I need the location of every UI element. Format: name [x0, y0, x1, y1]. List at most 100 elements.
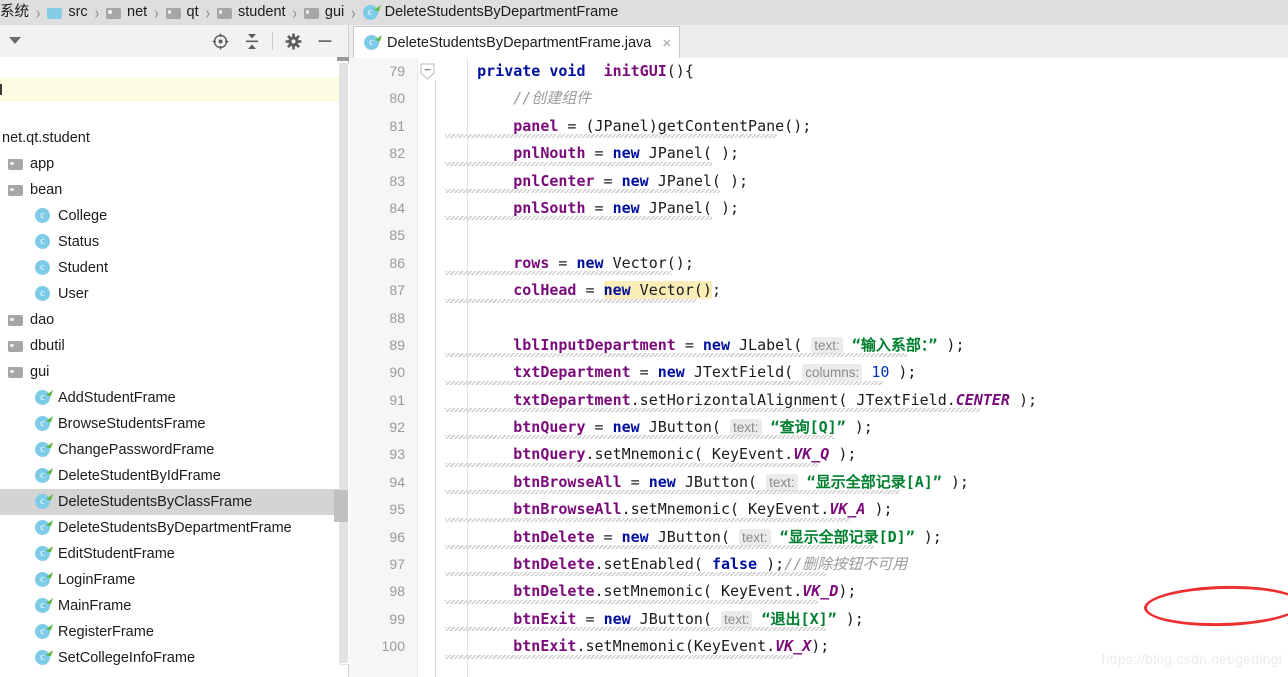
code-line[interactable]: 85 [349, 222, 1288, 249]
breadcrumb-item-1[interactable]: src [46, 0, 88, 25]
code-line[interactable]: 90 txtDepartment = new JTextField( colum… [349, 359, 1288, 386]
tree-item-net-qt-student[interactable]: net.qt.student [0, 125, 348, 151]
code-line[interactable]: 87 colHead = new Vector(); [349, 277, 1288, 304]
inspection-squiggle [445, 654, 794, 659]
sidebar-scrollbar-thumb[interactable] [339, 63, 348, 663]
code-line[interactable]: 80 //创建组件 [349, 85, 1288, 112]
tree-item-bean[interactable]: bean [0, 177, 348, 203]
code-line[interactable]: 89 lblInputDepartment = new JLabel( text… [349, 332, 1288, 359]
tree-item-deletestudentsbydepartmentframe[interactable]: c DeleteStudentsByDepartmentFrame [0, 515, 348, 541]
java-class-icon: c [35, 440, 53, 458]
breadcrumb-item-6[interactable]: c DeleteStudentsByDepartmentFrame [362, 0, 620, 25]
tree-item-label: dbutil [30, 338, 65, 354]
project-tree: net.qt.student app bean c College c Status c Stu… [0, 57, 349, 677]
project-view-dropdown[interactable] [5, 28, 25, 54]
tree-item-label: bean [30, 182, 63, 198]
tree-item-dbutil[interactable]: dbutil [0, 333, 348, 359]
tab-deletestudentsbydepartmentframe[interactable]: c DeleteStudentsByDepartmentFrame.java × [353, 26, 681, 59]
code-line[interactable]: 93 btnQuery.setMnemonic( KeyEvent.VK_Q )… [349, 441, 1288, 468]
code-line[interactable]: 91 txtDepartment.setHorizontalAlignment(… [349, 387, 1288, 414]
inspection-squiggle [445, 216, 713, 221]
tree-item-status[interactable]: c Status [0, 229, 348, 255]
tree-item-editstudentframe[interactable]: c EditStudentFrame [0, 541, 348, 567]
tree-item-college[interactable]: c College [0, 203, 348, 229]
code-line[interactable]: 84 pnlSouth = new JPanel( ); [349, 195, 1288, 222]
code-line[interactable]: 82 pnlNouth = new JPanel( ); [349, 140, 1288, 167]
inspection-squiggle [445, 380, 883, 385]
locate-icon[interactable] [207, 28, 233, 54]
code-line[interactable]: 81 panel = (JPanel)getContentPane(); [349, 113, 1288, 140]
java-class-icon: c [35, 466, 53, 484]
breadcrumb-separator: › [36, 2, 41, 23]
tree-item-dao[interactable]: dao [0, 307, 348, 333]
close-icon[interactable]: × [662, 35, 671, 52]
tree-item-label: RegisterFrame [58, 624, 154, 640]
code-line[interactable]: 95 btnBrowseAll.setMnemonic( KeyEvent.VK… [349, 496, 1288, 523]
code-line[interactable]: 86 rows = new Vector(); [349, 250, 1288, 277]
line-number: 99 [389, 610, 405, 627]
inspection-squiggle [445, 517, 850, 522]
code-line[interactable]: 98 btnDelete.setMnemonic( KeyEvent.VK_D)… [349, 578, 1288, 605]
tree-item-addstudentframe[interactable]: c AddStudentFrame [0, 385, 348, 411]
tree-item-mainframe[interactable]: c MainFrame [0, 593, 348, 619]
breadcrumb-item-2[interactable]: net [105, 0, 148, 25]
breadcrumb-item-0[interactable]: 系统 [0, 0, 30, 25]
breadcrumb-item-4[interactable]: student [216, 0, 287, 25]
tree-item-browsestudentsframe[interactable]: c BrowseStudentsFrame [0, 411, 348, 437]
tree-item-app[interactable]: app [0, 151, 348, 177]
tree-item-changepasswordframe[interactable]: c ChangePasswordFrame [0, 437, 348, 463]
code-line[interactable]: 92 btnQuery = new JButton( text: “查询[Q]”… [349, 414, 1288, 441]
folder-icon [8, 340, 23, 352]
tree-item-label: MainFrame [58, 598, 132, 614]
tree-item-deletestudentsbyclassframe[interactable]: c DeleteStudentsByClassFrame [0, 489, 348, 515]
breadcrumb: 系统 › src › net › qt › student › gui › c [0, 0, 1288, 26]
java-class-icon: c [35, 544, 53, 562]
folder-icon [165, 7, 181, 19]
tree-item-setcollegeinfoframe[interactable]: c SetCollegeInfoFrame [0, 645, 348, 671]
inspection-squiggle [445, 462, 818, 467]
java-class-icon: c [35, 492, 53, 510]
breadcrumb-label: src [68, 4, 88, 20]
inspection-squiggle [445, 545, 875, 550]
folder-icon [8, 184, 23, 196]
breadcrumb-item-3[interactable]: qt [165, 0, 200, 25]
hide-icon[interactable] [312, 28, 338, 54]
collapse-all-icon[interactable] [239, 28, 265, 54]
tree-item-label: Student [58, 260, 108, 276]
gear-icon[interactable] [280, 28, 306, 54]
breadcrumb-label: qt [186, 4, 199, 20]
inspection-squiggle [445, 490, 899, 495]
code-line[interactable]: 97 btnDelete.setEnabled( false );//删除按钮不… [349, 551, 1288, 578]
folder-src-icon [47, 7, 63, 19]
breadcrumb-item-5[interactable]: gui [303, 0, 345, 25]
code-line[interactable]: 88 [349, 305, 1288, 332]
breadcrumb-label: DeleteStudentsByDepartmentFrame [384, 4, 619, 20]
line-number: 98 [389, 583, 405, 600]
tree-item-label: app [30, 156, 55, 172]
code-text: private void initGUI(){ [477, 62, 694, 80]
code-line[interactable]: 94 btnBrowseAll = new JButton( text: “显示… [349, 469, 1288, 496]
line-number: 84 [389, 199, 405, 216]
line-number: 79 [389, 63, 405, 79]
folder-icon [8, 314, 23, 326]
code-line[interactable]: 99 btnExit = new JButton( text: “退出[X]” … [349, 606, 1288, 633]
tree-marker [0, 84, 2, 95]
tree-item-loginframe[interactable]: c LoginFrame [0, 567, 348, 593]
java-class-icon: c [35, 570, 53, 588]
sidebar-scrollbar-marker [334, 490, 348, 522]
tree-item-gui[interactable]: gui [0, 359, 348, 385]
tree-item-user[interactable]: c User [0, 281, 348, 307]
code-editor[interactable]: 79 private void initGUI(){80 //创建组件 81 pa… [349, 58, 1288, 677]
tree-item-student[interactable]: c Student [0, 255, 348, 281]
code-line[interactable]: 96 btnDelete = new JButton( text: “显示全部记… [349, 524, 1288, 551]
tree-item-label: ChangePasswordFrame [58, 442, 215, 458]
code-line[interactable]: 83 pnlCenter = new JPanel( ); [349, 168, 1288, 195]
highlighted-token: new Vector() [603, 281, 712, 300]
breadcrumb-label: 系统 [0, 4, 29, 20]
code-line[interactable]: 79 private void initGUI(){ [349, 58, 1288, 85]
inspection-squiggle [445, 627, 826, 632]
breadcrumb-separator: › [205, 2, 210, 23]
tree-item-deletestudentbyidframe[interactable]: c DeleteStudentByIdFrame [0, 463, 348, 489]
tree-item-registerframe[interactable]: c RegisterFrame [0, 619, 348, 645]
toolbar-divider [272, 32, 273, 50]
